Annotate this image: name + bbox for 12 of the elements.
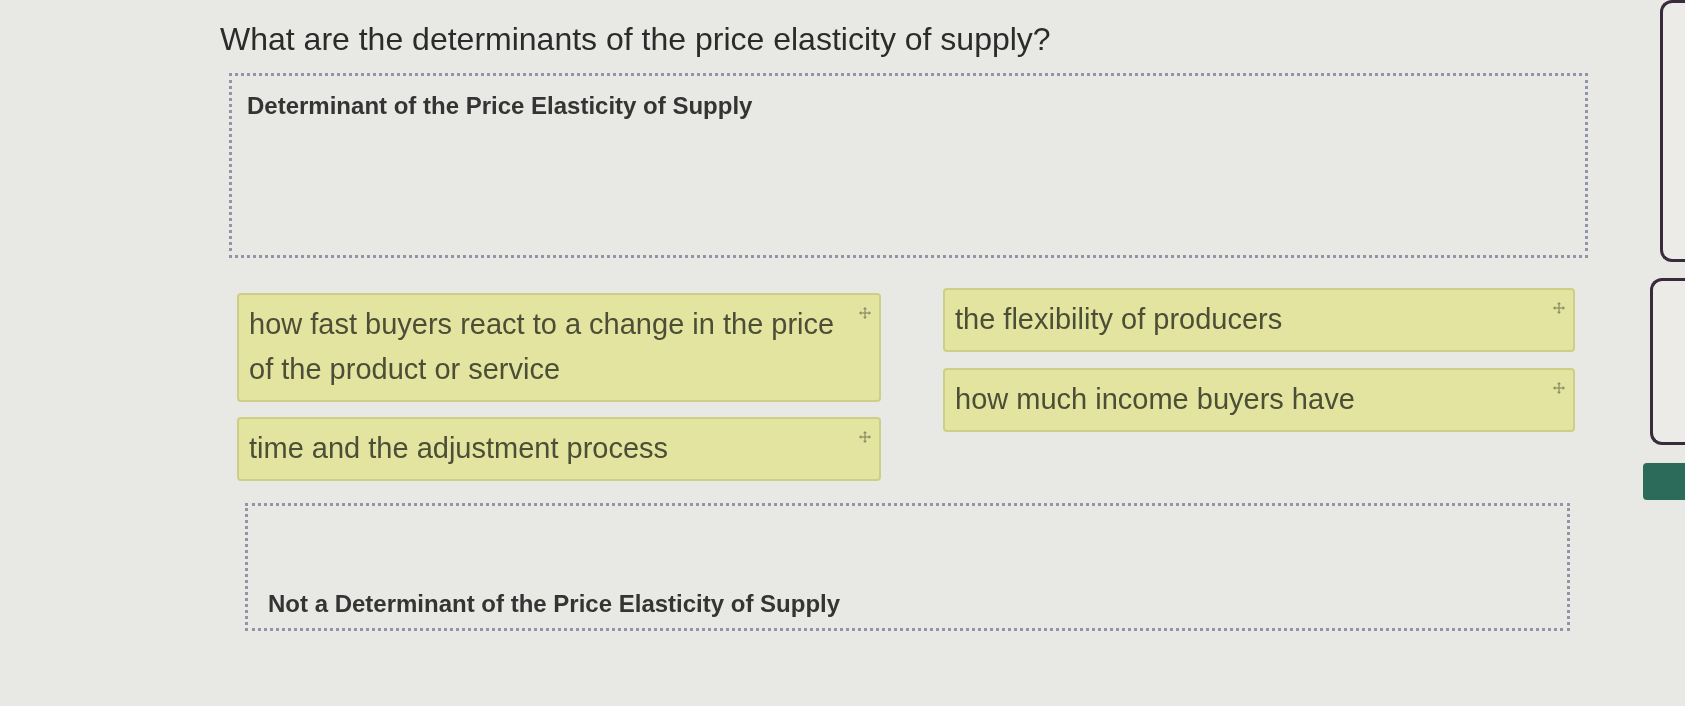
zone-label: Not a Determinant of the Price Elasticity of Supply [268,589,841,619]
move-icon [1553,382,1565,394]
answer-card[interactable]: how fast buyers react to a change in the price of the product or service [237,293,881,402]
move-icon [859,307,871,319]
answer-card[interactable]: how much income buyers have [943,368,1575,432]
answer-card[interactable]: the flexibility of producers [943,288,1575,352]
move-icon [1553,302,1565,314]
move-icon [859,431,871,443]
answer-card[interactable]: time and the adjustment process [237,417,881,481]
question-title: What are the determinants of the price elasticity of supply? [220,20,1051,59]
zone-label: Determinant of the Price Elasticity of Supply [247,91,753,121]
side-button[interactable] [1643,463,1685,500]
